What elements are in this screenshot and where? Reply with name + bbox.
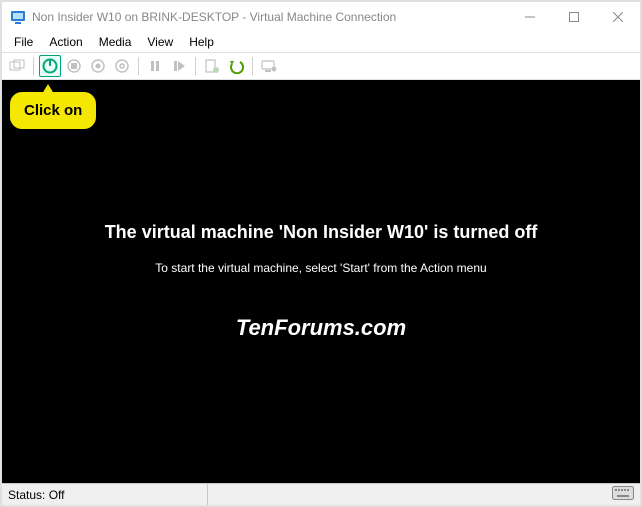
menu-help[interactable]: Help <box>181 33 222 51</box>
minimize-button[interactable] <box>508 2 552 32</box>
menu-view[interactable]: View <box>139 33 181 51</box>
toolbar <box>2 52 640 80</box>
vm-off-heading: The virtual machine 'Non Insider W10' is… <box>105 222 538 243</box>
save-button <box>111 55 133 77</box>
pause-button <box>144 55 166 77</box>
menubar: File Action Media View Help <box>2 32 640 52</box>
close-button[interactable] <box>596 2 640 32</box>
statusbar: Status: Off <box>2 483 640 505</box>
checkpoint-button <box>201 55 223 77</box>
vm-connection-window: Non Insider W10 on BRINK-DESKTOP - Virtu… <box>2 2 640 505</box>
callout-text: Click on <box>24 102 82 119</box>
app-icon <box>10 9 26 25</box>
vm-off-subtext: To start the virtual machine, select 'St… <box>155 261 486 275</box>
menu-media[interactable]: Media <box>91 33 140 51</box>
enhanced-session-button <box>258 55 280 77</box>
annotation-callout: Click on <box>8 90 98 131</box>
maximize-button[interactable] <box>552 2 596 32</box>
keyboard-icon[interactable] <box>612 486 634 503</box>
menu-file[interactable]: File <box>6 33 41 51</box>
window-controls <box>508 2 640 32</box>
revert-button[interactable] <box>225 55 247 77</box>
titlebar: Non Insider W10 on BRINK-DESKTOP - Virtu… <box>2 2 640 32</box>
ctrl-alt-del-button <box>6 55 28 77</box>
toolbar-separator <box>252 57 253 75</box>
shutdown-button <box>87 55 109 77</box>
status-text: Status: Off <box>8 484 208 505</box>
vm-display-area: Click on The virtual machine 'Non Inside… <box>2 80 640 483</box>
toolbar-separator <box>33 57 34 75</box>
watermark: TenForums.com <box>236 315 406 341</box>
reset-button <box>168 55 190 77</box>
menu-action[interactable]: Action <box>41 33 90 51</box>
toolbar-separator <box>195 57 196 75</box>
turn-off-button <box>63 55 85 77</box>
start-button[interactable] <box>39 55 61 77</box>
window-title: Non Insider W10 on BRINK-DESKTOP - Virtu… <box>32 10 508 24</box>
toolbar-separator <box>138 57 139 75</box>
